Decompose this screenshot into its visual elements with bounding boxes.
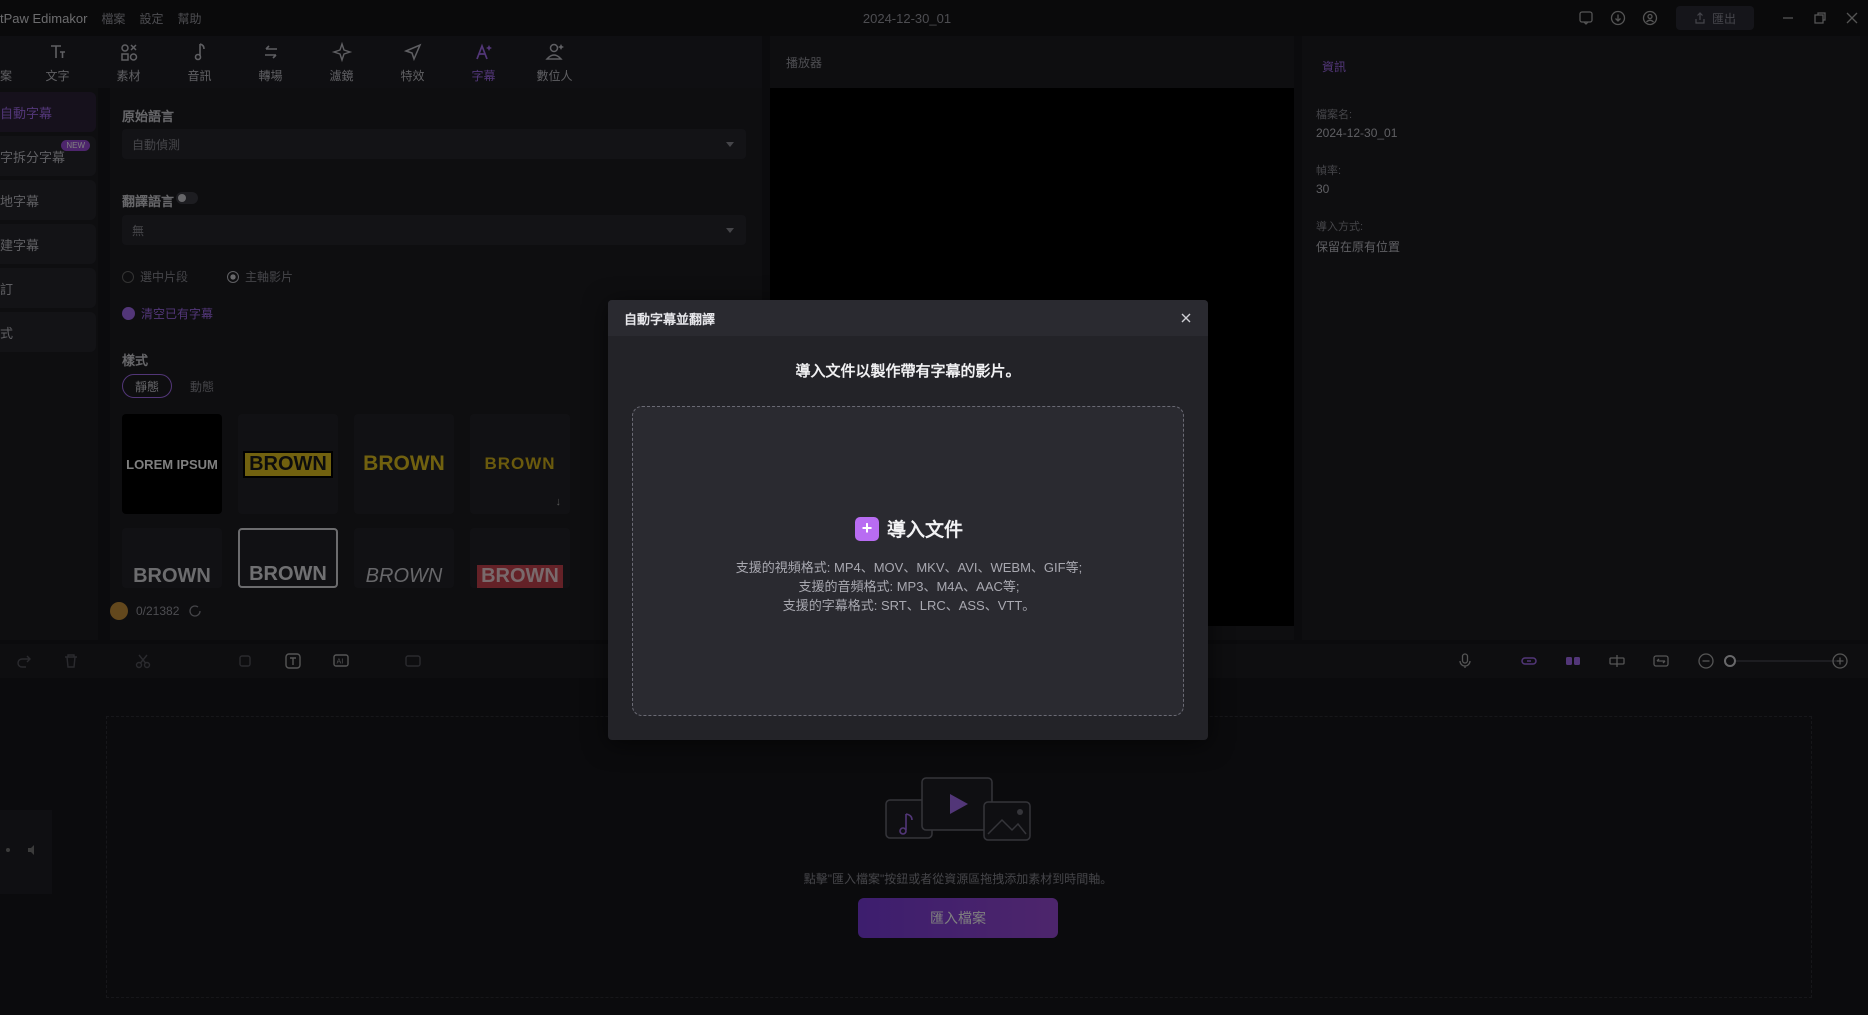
file-drop-zone[interactable]: + 導入文件 支援的視頻格式: MP4、MOV、MKV、AVI、WEBM、GIF… xyxy=(632,406,1184,716)
close-icon[interactable] xyxy=(1178,310,1194,326)
dialog-headline: 導入文件以製作帶有字幕的影片。 xyxy=(795,363,1021,380)
import-files-label: 導入文件 xyxy=(886,520,963,541)
video-formats-text: 支援的視頻格式: MP4、MOV、MKV、AVI、WEBM、GIF等; xyxy=(735,560,1083,575)
plus-icon: + xyxy=(854,516,879,541)
auto-subtitle-dialog: 自動字幕並翻譯 導入文件以製作帶有字幕的影片。 + 導入文件 支援的視頻格式: … xyxy=(608,300,1208,740)
import-files-button[interactable]: + 導入文件 xyxy=(633,515,1185,542)
subtitle-formats-text: 支援的字幕格式: SRT、LRC、ASS、VTT。 xyxy=(782,598,1036,613)
dialog-title: 自動字幕並翻譯 xyxy=(608,300,1208,336)
audio-formats-text: 支援的音頻格式: MP3、M4A、AAC等; xyxy=(798,579,1020,594)
app-window: tPaw Edimakor 檔案 設定 幫助 2024-12-30_01 匯出 … xyxy=(0,0,1868,1015)
